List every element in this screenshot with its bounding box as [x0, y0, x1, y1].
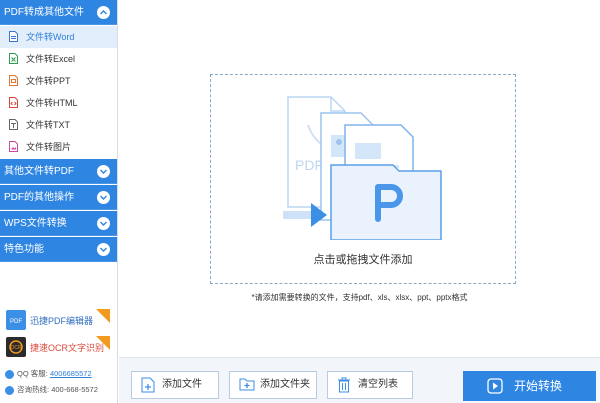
- file-convert-illustration-icon: PDF: [283, 96, 442, 240]
- main-panel: PDF 点击或拖拽文件添加 *请添加需要转换的文件，支持pdf、xls、xlsx…: [119, 0, 600, 403]
- user-icon: [5, 385, 14, 395]
- hotline-contact: 咨询热线: 400-668-5572: [5, 384, 98, 395]
- category-special-features[interactable]: 特色功能: [0, 237, 117, 262]
- qq-label: QQ 客服:: [17, 369, 48, 378]
- sidebar-item-to-excel[interactable]: 文件转Excel: [0, 48, 117, 70]
- chevron-down-icon: [97, 243, 110, 256]
- html-file-icon: [9, 97, 18, 108]
- category-wps-convert[interactable]: WPS文件转换: [0, 211, 117, 236]
- add-file-label: 添加文件: [162, 379, 202, 390]
- txt-file-icon: [9, 119, 18, 130]
- sidebar: PDF转成其他文件 文件转Word 文件转Excel 文件转PPT 文件转HTM…: [0, 0, 118, 403]
- chevron-down-icon: [97, 217, 110, 230]
- sidebar-item-to-txt[interactable]: 文件转TXT: [0, 114, 117, 136]
- sidebar-item-label: 文件转图片: [26, 142, 72, 152]
- category-label: 其他文件转PDF: [4, 166, 74, 177]
- category-label: PDF的其他操作: [4, 192, 74, 203]
- qq-number-link[interactable]: 4006685572: [50, 369, 92, 378]
- chevron-down-icon: [97, 165, 110, 178]
- chevron-up-icon: [97, 6, 110, 19]
- add-folder-label: 添加文件夹: [260, 379, 310, 390]
- pdf-editor-logo-icon: PDF: [6, 310, 26, 330]
- pdf-doc-text: PDF: [295, 157, 323, 173]
- category-pdf-other-ops[interactable]: PDF的其他操作: [0, 185, 117, 210]
- sidebar-item-label: 文件转PPT: [26, 76, 71, 86]
- category-label: PDF转成其他文件: [4, 7, 84, 18]
- add-file-button[interactable]: 添加文件: [131, 371, 219, 399]
- sidebar-item-label: 文件转HTML: [26, 98, 78, 108]
- image-file-icon: [9, 141, 18, 152]
- hotline-label: 咨询热线:: [17, 385, 50, 394]
- promo-pdf-editor[interactable]: PDF 迅捷PDF编辑器: [6, 309, 110, 332]
- drop-zone-text: 点击或拖拽文件添加: [313, 254, 413, 266]
- qq-contact: QQ 客服: 4006685572: [5, 368, 92, 379]
- sidebar-item-label: 文件转Word: [26, 32, 75, 42]
- trash-icon: [338, 377, 350, 393]
- chevron-down-icon: [97, 191, 110, 204]
- sidebar-item-label: 文件转Excel: [26, 54, 76, 64]
- play-icon: [487, 378, 503, 394]
- sidebar-item-to-ppt[interactable]: 文件转PPT: [0, 70, 117, 92]
- file-drop-zone[interactable]: PDF 点击或拖拽文件添加: [210, 74, 516, 284]
- corner-tag-icon: [96, 309, 110, 323]
- category-label: WPS文件转换: [4, 218, 67, 229]
- clear-list-button[interactable]: 清空列表: [327, 371, 413, 399]
- promo-label: 迅捷PDF编辑器: [30, 316, 94, 326]
- category-pdf-to-other[interactable]: PDF转成其他文件: [0, 0, 117, 25]
- start-convert-button[interactable]: 开始转换: [463, 371, 596, 401]
- start-convert-label: 开始转换: [514, 379, 563, 393]
- ocr-logo-text: OCR: [10, 345, 22, 351]
- add-folder-icon: [239, 378, 255, 391]
- clear-list-label: 清空列表: [358, 379, 398, 390]
- promo-ocr[interactable]: OCR 捷速OCR文字识别: [6, 336, 110, 359]
- category-other-to-pdf[interactable]: 其他文件转PDF: [0, 159, 117, 184]
- sidebar-item-to-image[interactable]: 文件转图片: [0, 136, 117, 158]
- sidebar-item-label: 文件转TXT: [26, 120, 70, 130]
- add-file-icon: [141, 377, 155, 393]
- qq-icon: [5, 369, 14, 379]
- category-label: 特色功能: [4, 244, 44, 255]
- sidebar-item-to-word[interactable]: 文件转Word: [0, 26, 117, 48]
- word-file-icon: [9, 31, 18, 42]
- sidebar-item-to-html[interactable]: 文件转HTML: [0, 92, 117, 114]
- excel-file-icon: [9, 53, 18, 64]
- pdf-logo-text: PDF: [10, 319, 22, 325]
- ppt-file-icon: [9, 75, 18, 86]
- hotline-number: 400-668-5572: [51, 385, 98, 394]
- ocr-logo-icon: OCR: [6, 337, 26, 357]
- bottom-toolbar: 添加文件 添加文件夹 清空列表 开始转换: [119, 357, 600, 403]
- add-folder-button[interactable]: 添加文件夹: [229, 371, 317, 399]
- promo-label: 捷速OCR文字识别: [30, 343, 104, 353]
- supported-formats-hint: *请添加需要转换的文件，支持pdf、xls、xlsx、ppt、pptx格式: [251, 293, 468, 302]
